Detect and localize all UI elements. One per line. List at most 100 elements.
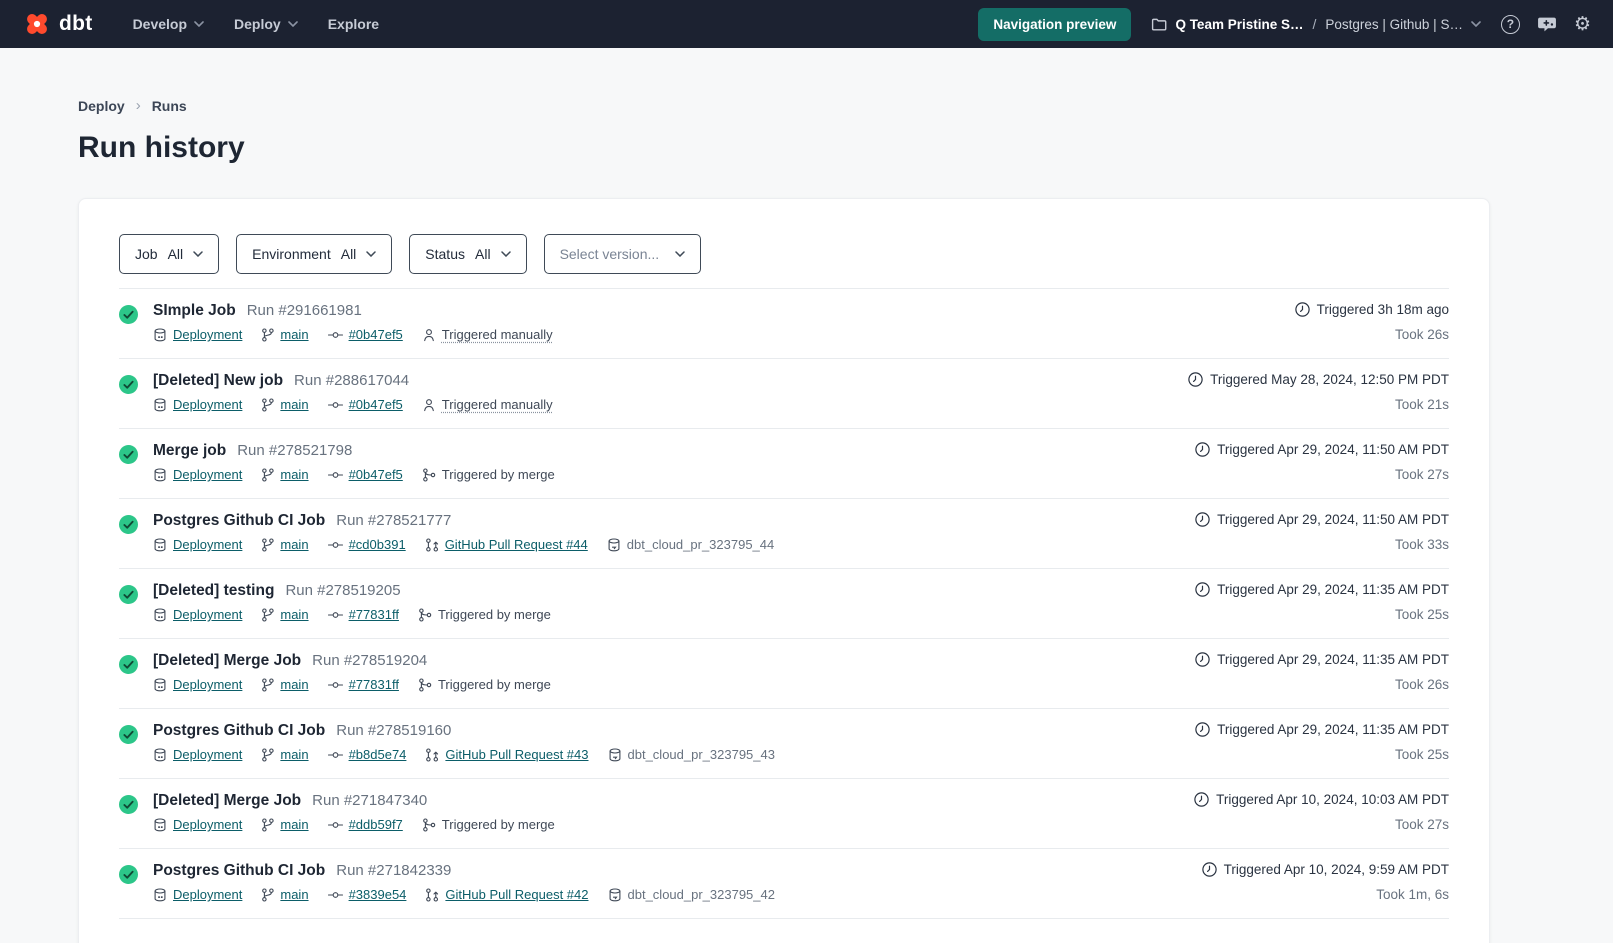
environment-link[interactable]: Deployment (173, 327, 242, 342)
nav-item-explore[interactable]: Explore (328, 16, 379, 32)
run-timing: Triggered Apr 29, 2024, 11:35 AM PDT Too… (1195, 652, 1449, 692)
breadcrumb-deploy[interactable]: Deploy (78, 98, 125, 114)
account-project-selector[interactable]: Q Team Pristine S… / Postgres | Github |… (1151, 16, 1481, 32)
nav-item-deploy[interactable]: Deploy (234, 16, 298, 32)
run-success-icon (119, 585, 138, 609)
run-job-name[interactable]: Postgres Github CI Job (153, 722, 325, 740)
run-row[interactable]: SImple Job Run #291661981 Deployment (119, 289, 1449, 359)
run-job-name[interactable]: [Deleted] testing (153, 582, 274, 600)
branch-meta: main (261, 817, 308, 832)
run-success-icon (119, 725, 138, 749)
git-branch-icon (261, 398, 274, 412)
trigger-meta: Triggered manually (422, 397, 553, 412)
filter-label: Status (425, 246, 465, 262)
job-filter-dropdown[interactable]: Job All (119, 234, 219, 274)
breadcrumb-runs[interactable]: Runs (152, 98, 187, 114)
pull-request-icon (425, 888, 439, 902)
run-row[interactable]: Postgres Github CI Job Run #278519160 De… (119, 709, 1449, 779)
branch-link[interactable]: main (280, 327, 308, 342)
breadcrumb: Deploy › Runs (78, 48, 1535, 114)
run-job-name[interactable]: Postgres Github CI Job (153, 512, 325, 530)
run-row[interactable]: [Deleted] New job Run #288617044 Deploym… (119, 359, 1449, 429)
triggered-time: Triggered Apr 29, 2024, 11:50 AM PDT (1217, 512, 1449, 527)
trigger-label: Triggered manually (442, 397, 553, 412)
run-job-name[interactable]: Merge job (153, 442, 226, 460)
environment-filter-dropdown[interactable]: Environment All (236, 234, 392, 274)
run-row[interactable]: Postgres Github CI Job Run #278521777 De… (119, 499, 1449, 569)
environment-link[interactable]: Deployment (173, 747, 242, 762)
run-job-name[interactable]: Postgres Github CI Job (153, 862, 325, 880)
branch-link[interactable]: main (280, 817, 308, 832)
branch-link[interactable]: main (280, 537, 308, 552)
commit-link[interactable]: #0b47ef5 (349, 397, 403, 412)
filter-value: All (168, 246, 184, 262)
commit-link[interactable]: #b8d5e74 (349, 747, 407, 762)
version-filter-dropdown[interactable]: Select version... (544, 234, 702, 274)
pull-request-meta: GitHub Pull Request #42 (425, 887, 588, 902)
nav-item-develop[interactable]: Develop (133, 16, 204, 32)
commit-link[interactable]: #77831ff (349, 607, 399, 622)
git-commit-icon (328, 468, 343, 482)
commit-link[interactable]: #0b47ef5 (349, 327, 403, 342)
run-id: Run #271842339 (336, 862, 451, 879)
pull-request-link[interactable]: GitHub Pull Request #42 (445, 887, 588, 902)
run-duration: Took 26s (1295, 327, 1449, 342)
feedback-icon[interactable] (1537, 15, 1557, 34)
schema-meta: dbt_cloud_pr_323795_43 (608, 747, 775, 762)
navigation-preview-button[interactable]: Navigation preview (978, 8, 1131, 41)
run-row[interactable]: Merge job Run #278521798 Deployment (119, 429, 1449, 499)
environment-meta: Deployment (153, 537, 242, 552)
chevron-down-icon (288, 21, 298, 27)
pull-request-link[interactable]: GitHub Pull Request #44 (445, 537, 588, 552)
branch-link[interactable]: main (280, 677, 308, 692)
environment-link[interactable]: Deployment (173, 397, 242, 412)
run-job-name[interactable]: [Deleted] Merge Job (153, 792, 301, 810)
run-job-name[interactable]: [Deleted] Merge Job (153, 652, 301, 670)
run-row[interactable]: [Deleted] Merge Job Run #271847340 Deplo… (119, 779, 1449, 849)
database-icon (153, 818, 167, 832)
commit-link[interactable]: #3839e54 (349, 887, 407, 902)
pull-request-link[interactable]: GitHub Pull Request #43 (445, 747, 588, 762)
pull-request-meta: GitHub Pull Request #44 (425, 537, 588, 552)
run-id: Run #278519205 (285, 582, 400, 599)
branch-link[interactable]: main (280, 607, 308, 622)
branch-link[interactable]: main (280, 397, 308, 412)
commit-link[interactable]: #cd0b391 (349, 537, 406, 552)
triggered-time: Triggered Apr 29, 2024, 11:35 AM PDT (1217, 582, 1449, 597)
database-icon (153, 328, 167, 342)
trigger-meta: Triggered by merge (418, 607, 551, 622)
status-filter-dropdown[interactable]: Status All (409, 234, 526, 274)
environment-link[interactable]: Deployment (173, 537, 242, 552)
branch-meta: main (261, 467, 308, 482)
dbt-logo[interactable]: dbt (22, 9, 93, 39)
branch-meta: main (261, 327, 308, 342)
run-row[interactable]: Postgres Github CI Job Run #271842339 De… (119, 849, 1449, 919)
run-duration: Took 25s (1195, 747, 1449, 762)
branch-link[interactable]: main (280, 747, 308, 762)
branch-meta: main (261, 397, 308, 412)
environment-meta: Deployment (153, 607, 242, 622)
help-icon[interactable]: ? (1501, 15, 1520, 34)
commit-meta: #3839e54 (328, 887, 407, 902)
gear-icon[interactable]: ⚙ (1574, 15, 1591, 34)
run-row[interactable]: [Deleted] Merge Job Run #278519204 Deplo… (119, 639, 1449, 709)
chevron-down-icon (193, 251, 203, 257)
commit-link[interactable]: #0b47ef5 (349, 467, 403, 482)
branch-link[interactable]: main (280, 887, 308, 902)
nav-right: Navigation preview Q Team Pristine S… / … (978, 8, 1591, 41)
git-commit-icon (328, 398, 343, 412)
commit-link[interactable]: #77831ff (349, 677, 399, 692)
environment-link[interactable]: Deployment (173, 607, 242, 622)
branch-link[interactable]: main (280, 467, 308, 482)
run-job-name[interactable]: SImple Job (153, 302, 236, 320)
environment-link[interactable]: Deployment (173, 817, 242, 832)
run-job-name[interactable]: [Deleted] New job (153, 372, 283, 390)
environment-link[interactable]: Deployment (173, 467, 242, 482)
commit-link[interactable]: #ddb59f7 (349, 817, 403, 832)
git-commit-icon (328, 678, 343, 692)
git-commit-icon (328, 538, 343, 552)
environment-link[interactable]: Deployment (173, 887, 242, 902)
environment-link[interactable]: Deployment (173, 677, 242, 692)
branch-meta: main (261, 607, 308, 622)
run-row[interactable]: [Deleted] testing Run #278519205 Deploym… (119, 569, 1449, 639)
